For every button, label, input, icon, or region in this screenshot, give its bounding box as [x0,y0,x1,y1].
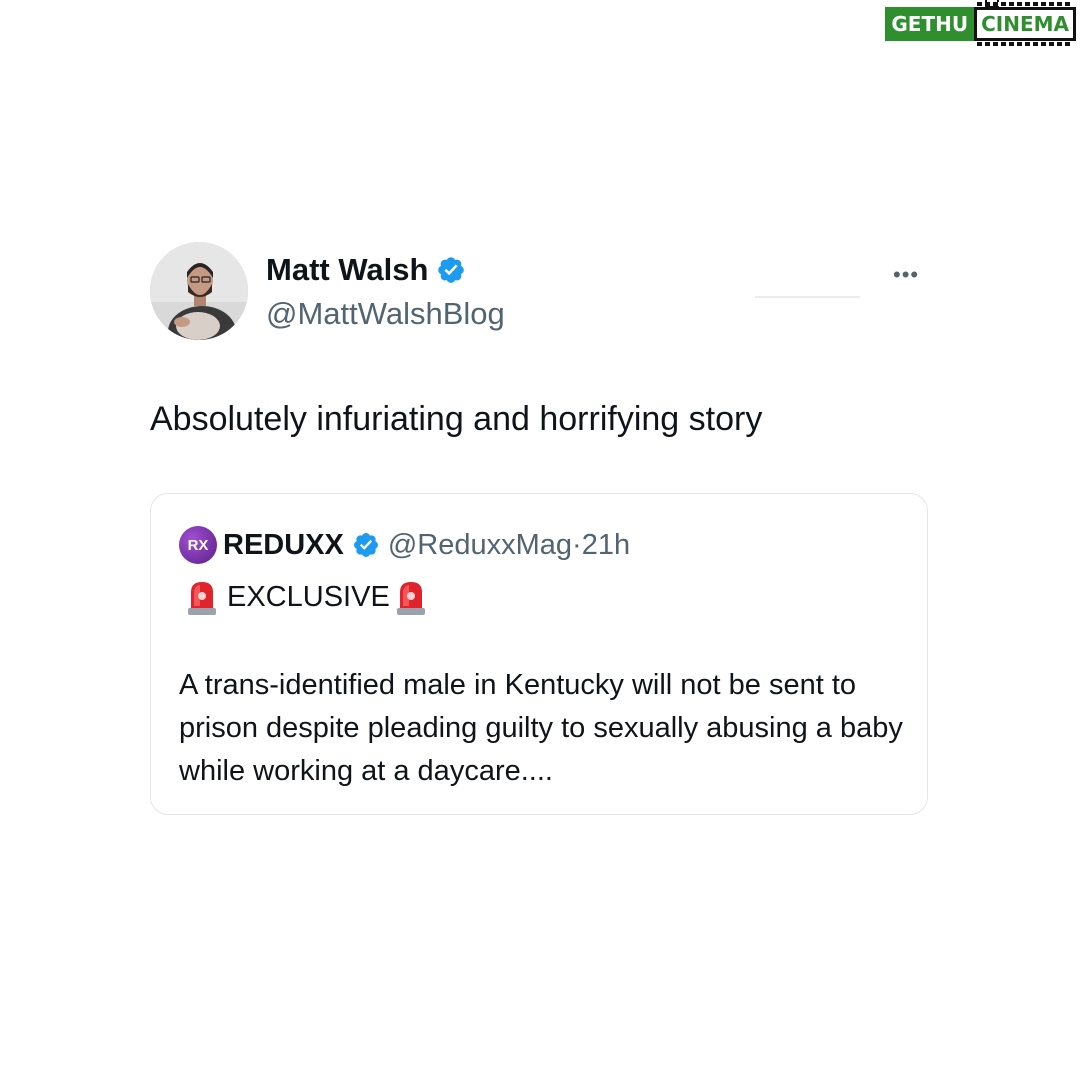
tweet-text: Absolutely infuriating and horrifying st… [150,400,763,438]
film-strip-top [977,2,1073,6]
gethu-cinema-watermark: GETHU CINEMA [885,0,1076,46]
exclusive-headline: EXCLUSIVE [227,580,390,613]
rotating-light-icon [396,582,425,615]
divider [755,296,860,298]
reduxx-logo-avatar[interactable]: RX [179,526,217,564]
watermark-right-text: CINEMA [981,12,1069,36]
quoted-author-name[interactable]: REDUXX [223,529,344,562]
film-strip-bottom [977,42,1073,46]
verified-badge-icon [353,533,378,557]
watermark-film-frame: CINEMA [974,0,1076,46]
quoted-tweet-body: A trans-identified male in Kentucky will… [179,669,903,787]
avatar-photo [150,242,248,340]
quoted-tweet-card[interactable]: RX REDUXX @ReduxxMag · 21h EXCLUSIVE A t… [150,493,928,815]
author-name[interactable]: Matt Walsh [266,252,428,288]
separator-dot: · [572,528,582,561]
author-avatar[interactable] [150,242,248,340]
author-handle[interactable]: @MattWalshBlog [266,296,505,332]
quoted-author-handle[interactable]: @ReduxxMag [388,529,572,562]
watermark-left-text: GETHU [885,7,975,41]
exclusive-line: EXCLUSIVE [185,578,428,616]
rotating-light-icon [188,582,216,615]
verified-badge-icon [438,257,465,283]
author-name-row: Matt Walsh [266,252,466,288]
quoted-tweet-header: RX REDUXX @ReduxxMag · 21h [179,526,630,564]
quoted-timestamp[interactable]: 21h [582,529,630,562]
more-options-icon[interactable]: ••• [893,262,919,288]
